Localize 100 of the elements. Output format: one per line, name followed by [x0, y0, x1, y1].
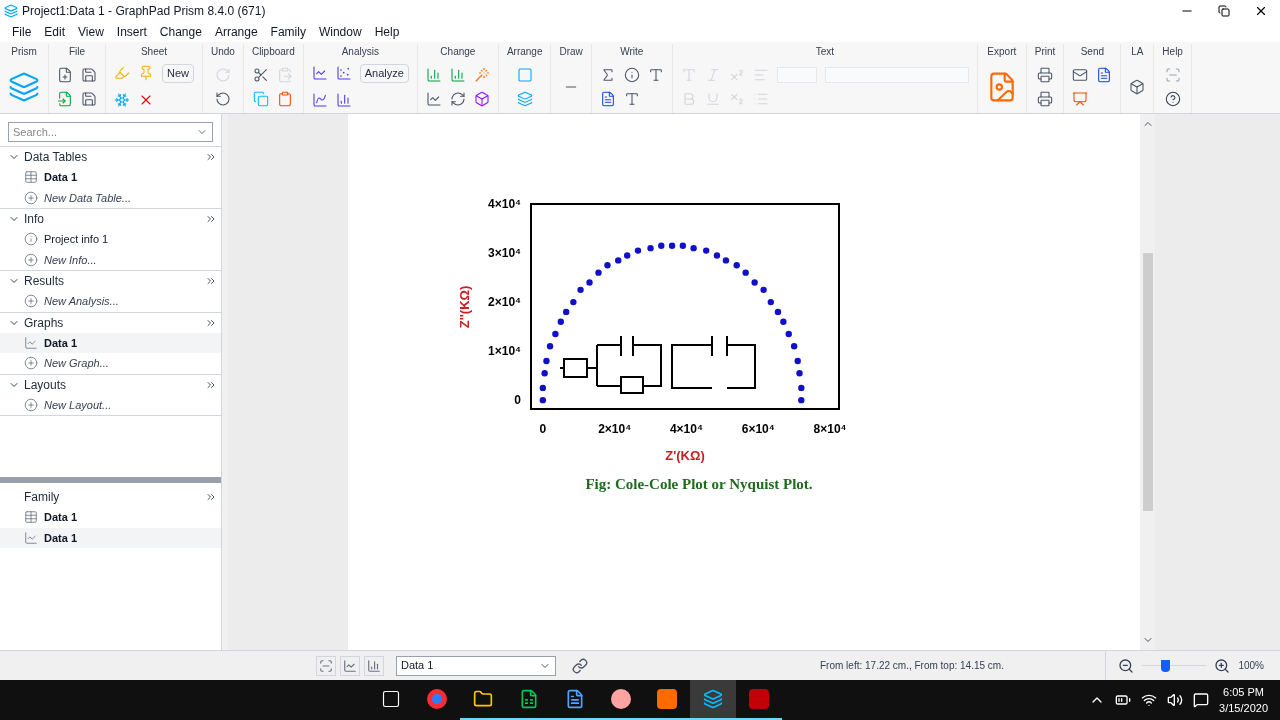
graph-view-icon[interactable]: [340, 655, 360, 676]
window-title: Project1:Data 1 - GraphPad Prism 8.4.0 (671): [22, 3, 266, 20]
menu-item[interactable]: Change: [159, 23, 202, 41]
layers-icon[interactable]: [516, 90, 533, 107]
navigator-item[interactable]: New Data Table...: [0, 187, 221, 208]
zoom-out-icon[interactable]: [1118, 657, 1135, 674]
navigator-item[interactable]: Data 1: [0, 167, 221, 188]
data-point: [541, 370, 548, 377]
navigator-item[interactable]: New Layout...: [0, 394, 221, 415]
text-icon[interactable]: [623, 90, 640, 107]
ribbon-button[interactable]: Analyze: [359, 64, 409, 83]
menu-item[interactable]: Help: [374, 23, 400, 41]
document-icon[interactable]: [565, 689, 585, 709]
restore-icon[interactable]: [1218, 5, 1230, 17]
cut-icon[interactable]: [253, 66, 270, 83]
navigator-item[interactable]: New Info...: [0, 249, 221, 270]
spline-chart-icon[interactable]: [311, 91, 328, 108]
word-icon[interactable]: [1096, 66, 1113, 83]
menu-item[interactable]: Family: [270, 23, 306, 41]
navigator-item[interactable]: Data 1: [0, 332, 221, 353]
zoom-in-icon[interactable]: [1214, 657, 1231, 674]
snowflake-icon[interactable]: [114, 91, 130, 108]
info-icon: [24, 232, 38, 247]
expand-icon[interactable]: [205, 213, 217, 225]
section-header[interactable]: Info: [24, 210, 44, 228]
menu-item[interactable]: File: [12, 23, 32, 41]
expand-icon[interactable]: [205, 491, 217, 503]
section-header[interactable]: Results: [24, 272, 64, 290]
undo-icon[interactable]: [214, 90, 231, 107]
app-icon[interactable]: [611, 689, 631, 709]
refresh-icon[interactable]: [449, 90, 466, 107]
printer-icon[interactable]: [1037, 66, 1054, 83]
save-as-icon[interactable]: [81, 90, 97, 107]
column-chart-icon[interactable]: [335, 91, 352, 108]
scrollbar-thumb[interactable]: [1142, 253, 1153, 511]
data-point: [767, 298, 774, 306]
search-box[interactable]: Search...: [8, 122, 213, 142]
expand-icon[interactable]: [205, 275, 217, 287]
battery-icon[interactable]: [1115, 692, 1132, 708]
ribbon-button[interactable]: New: [162, 64, 194, 83]
search-field[interactable]: Search...: [13, 123, 196, 141]
wand-icon[interactable]: [473, 66, 490, 83]
task-view-icon[interactable]: [381, 689, 401, 709]
position-text: From left: 17.22 cm., From top: 14.15 cm.: [820, 659, 1004, 673]
menu-item[interactable]: View: [78, 23, 104, 41]
save-icon[interactable]: [81, 66, 97, 83]
navigator-item[interactable]: Data 1: [0, 527, 221, 548]
zoom-slider[interactable]: [1142, 659, 1207, 672]
section-header: Family: [24, 489, 60, 506]
menu-item[interactable]: Arrange: [214, 23, 258, 41]
expand-icon[interactable]: [205, 151, 217, 163]
navigator-item[interactable]: New Analysis...: [0, 291, 221, 312]
x-tick-label: 2×10⁴: [598, 422, 632, 436]
folder-icon[interactable]: [473, 689, 493, 709]
navigator-item[interactable]: Data 1: [0, 507, 221, 528]
ribbon-group-label: Change: [440, 45, 476, 59]
menu-item[interactable]: Insert: [116, 23, 147, 41]
info-icon[interactable]: [623, 66, 640, 83]
layout-view-icon[interactable]: [364, 655, 384, 676]
navigator-item[interactable]: New Graph...: [0, 353, 221, 374]
navigator-item[interactable]: Project info 1: [0, 229, 221, 250]
menu-item[interactable]: Window: [318, 23, 362, 41]
powerpoint-icon[interactable]: [1072, 90, 1089, 107]
sheet-dropdown[interactable]: Data 1: [396, 655, 556, 676]
help-icon[interactable]: [1164, 90, 1181, 107]
new-file-icon[interactable]: [57, 66, 73, 83]
cube-icon[interactable]: [1129, 78, 1146, 95]
zoom-thumb[interactable]: [1160, 659, 1170, 672]
taskbar-app[interactable]: [690, 680, 736, 720]
ribbon-group-label: Draw: [559, 45, 583, 59]
menu-item[interactable]: Edit: [44, 23, 66, 41]
volume-icon[interactable]: [1167, 692, 1184, 708]
font-color-icon[interactable]: [680, 66, 697, 83]
scatter-chart-icon[interactable]: [335, 65, 352, 82]
link-icon[interactable]: [572, 657, 588, 674]
data-point: [552, 330, 559, 338]
notification-icon[interactable]: [1193, 692, 1210, 708]
section-header[interactable]: Graphs: [24, 313, 64, 332]
axis-icon[interactable]: [425, 90, 442, 107]
clipboard-icon[interactable]: [277, 90, 294, 107]
data-point: [615, 257, 622, 264]
open-file-icon[interactable]: [57, 90, 73, 107]
close-icon[interactable]: [1254, 4, 1268, 18]
sheet-view-icon[interactable]: [316, 655, 336, 676]
slides-icon[interactable]: [657, 689, 677, 709]
line-chart-icon[interactable]: [311, 65, 328, 82]
browser-icon[interactable]: [427, 689, 447, 709]
clock-time[interactable]: 6:05 PM: [1223, 684, 1264, 700]
section-header[interactable]: Layouts: [24, 375, 67, 394]
word-icon[interactable]: [599, 90, 616, 107]
chart-icon[interactable]: [449, 66, 466, 83]
print-preview-icon[interactable]: [1037, 90, 1054, 107]
cube-icon[interactable]: [473, 90, 490, 107]
spreadsheet-icon[interactable]: [519, 689, 539, 709]
section-header[interactable]: Data Tables: [24, 148, 88, 166]
bar-chart-icon[interactable]: [425, 66, 442, 83]
clock-date[interactable]: 3/15/2020: [1219, 700, 1268, 716]
wifi-icon[interactable]: [1141, 692, 1158, 708]
mail-icon[interactable]: [1072, 66, 1089, 83]
text-box-icon[interactable]: [647, 66, 664, 83]
